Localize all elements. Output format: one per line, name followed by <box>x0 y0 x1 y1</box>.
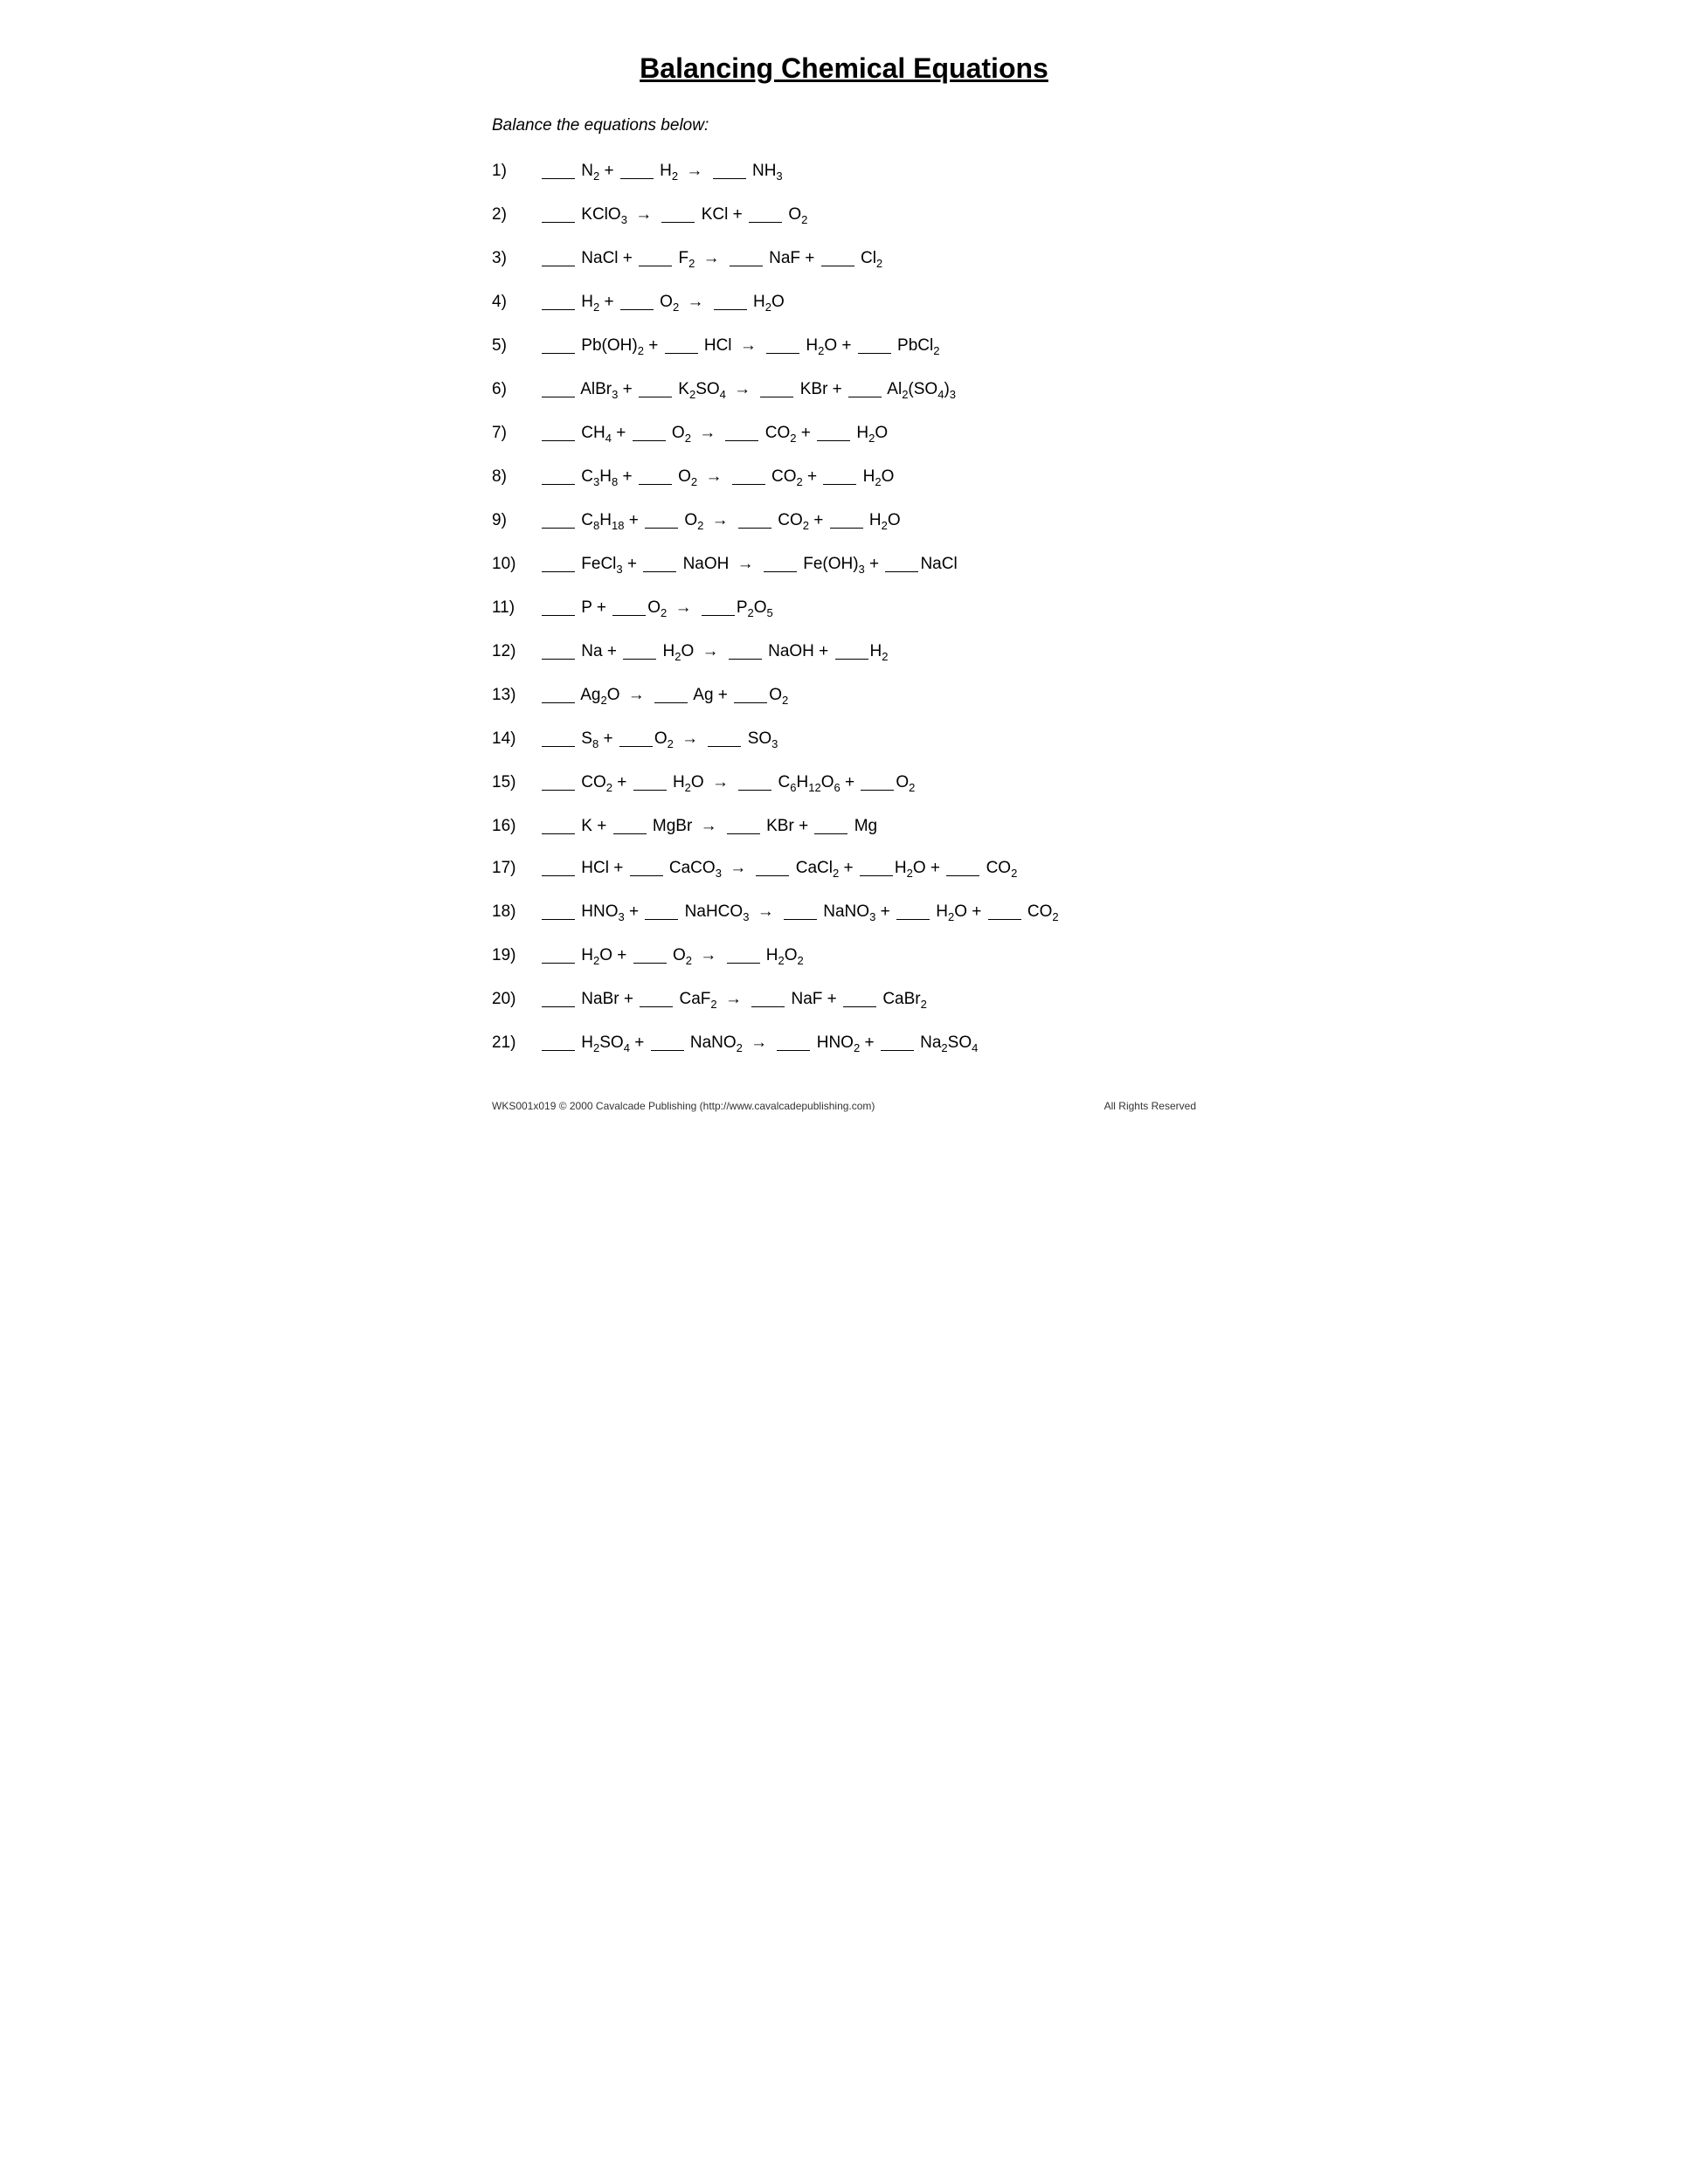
equation-number: 9) <box>492 509 540 533</box>
equation-row: 19) H2O + O2 → H2O2 <box>492 944 1196 969</box>
equation-number: 11) <box>492 597 540 620</box>
equation-content: K + MgBr → KBr + Mg <box>540 815 877 839</box>
equation-content: C3H8 + O2 → CO2 + H2O <box>540 466 894 490</box>
equation-number: 8) <box>492 466 540 489</box>
equation-number: 6) <box>492 378 540 402</box>
equation-content: H2SO4 + NaNO2 → HNO2 + Na2SO4 <box>540 1032 978 1056</box>
equation-content: C8H18 + O2 → CO2 + H2O <box>540 509 901 534</box>
equation-content: Ag2O → Ag + O2 <box>540 684 788 708</box>
equation-number: 18) <box>492 901 540 924</box>
equation-number: 7) <box>492 422 540 446</box>
page-title: Balancing Chemical Equations <box>492 52 1196 85</box>
equation-row: 14) S8 + O2 → SO3 <box>492 728 1196 752</box>
page-footer: WKS001x019 © 2000 Cavalcade Publishing (… <box>492 1100 1196 1112</box>
equation-number: 17) <box>492 857 540 881</box>
equation-number: 12) <box>492 640 540 664</box>
equation-content: NaBr + CaF2 → NaF + CaBr2 <box>540 988 927 1013</box>
equation-content: Na + H2O → NaOH + H2 <box>540 640 889 665</box>
equation-number: 13) <box>492 684 540 708</box>
equation-content: AlBr3 + K2SO4 → KBr + Al2(SO4)3 <box>540 378 956 403</box>
equation-row: 21) H2SO4 + NaNO2 → HNO2 + Na2SO4 <box>492 1032 1196 1056</box>
equation-number: 1) <box>492 160 540 183</box>
equations-list: 1) N2 + H2 → NH32) KClO3 → KCl + O23) Na… <box>492 160 1196 1056</box>
equation-number: 16) <box>492 815 540 839</box>
equation-content: H2O + O2 → H2O2 <box>540 944 804 969</box>
page-subtitle: Balance the equations below: <box>492 116 1196 135</box>
equation-row: 12) Na + H2O → NaOH + H2 <box>492 640 1196 665</box>
equation-number: 10) <box>492 553 540 577</box>
equation-number: 2) <box>492 204 540 227</box>
equation-number: 19) <box>492 944 540 968</box>
equation-row: 2) KClO3 → KCl + O2 <box>492 204 1196 228</box>
footer-right: All Rights Reserved <box>1104 1100 1196 1112</box>
equation-row: 4) H2 + O2 → H2O <box>492 291 1196 315</box>
equation-row: 11) P + O2 → P2O5 <box>492 597 1196 621</box>
equation-number: 4) <box>492 291 540 314</box>
equation-content: HCl + CaCO3 → CaCl2 + H2O + CO2 <box>540 857 1017 881</box>
equation-number: 21) <box>492 1032 540 1055</box>
equation-row: 10) FeCl3 + NaOH → Fe(OH)3 + NaCl <box>492 553 1196 577</box>
equation-row: 13) Ag2O → Ag + O2 <box>492 684 1196 708</box>
equation-number: 15) <box>492 771 540 795</box>
equation-row: 17) HCl + CaCO3 → CaCl2 + H2O + CO2 <box>492 857 1196 881</box>
equation-content: S8 + O2 → SO3 <box>540 728 778 752</box>
equation-row: 3) NaCl + F2 → NaF + Cl2 <box>492 247 1196 272</box>
equation-content: Pb(OH)2 + HCl → H2O + PbCl2 <box>540 335 939 359</box>
equation-row: 7) CH4 + O2 → CO2 + H2O <box>492 422 1196 446</box>
equation-row: 20) NaBr + CaF2 → NaF + CaBr2 <box>492 988 1196 1013</box>
equation-number: 14) <box>492 728 540 751</box>
equation-row: 18) HNO3 + NaHCO3 → NaNO3 + H2O + CO2 <box>492 901 1196 925</box>
equation-content: FeCl3 + NaOH → Fe(OH)3 + NaCl <box>540 553 958 577</box>
equation-row: 5) Pb(OH)2 + HCl → H2O + PbCl2 <box>492 335 1196 359</box>
equation-content: H2 + O2 → H2O <box>540 291 785 315</box>
equation-row: 16) K + MgBr → KBr + Mg <box>492 815 1196 839</box>
equation-number: 3) <box>492 247 540 271</box>
equation-number: 5) <box>492 335 540 358</box>
equation-content: KClO3 → KCl + O2 <box>540 204 807 228</box>
equation-content: P + O2 → P2O5 <box>540 597 773 621</box>
footer-left: WKS001x019 © 2000 Cavalcade Publishing (… <box>492 1100 875 1112</box>
equation-row: 1) N2 + H2 → NH3 <box>492 160 1196 184</box>
equation-content: CH4 + O2 → CO2 + H2O <box>540 422 888 446</box>
equation-row: 15) CO2 + H2O → C6H12O6 + O2 <box>492 771 1196 796</box>
equation-content: CO2 + H2O → C6H12O6 + O2 <box>540 771 915 796</box>
equation-row: 6) AlBr3 + K2SO4 → KBr + Al2(SO4)3 <box>492 378 1196 403</box>
equation-row: 8) C3H8 + O2 → CO2 + H2O <box>492 466 1196 490</box>
equation-content: NaCl + F2 → NaF + Cl2 <box>540 247 882 272</box>
equation-content: N2 + H2 → NH3 <box>540 160 783 184</box>
equation-number: 20) <box>492 988 540 1012</box>
equation-row: 9) C8H18 + O2 → CO2 + H2O <box>492 509 1196 534</box>
equation-content: HNO3 + NaHCO3 → NaNO3 + H2O + CO2 <box>540 901 1059 925</box>
